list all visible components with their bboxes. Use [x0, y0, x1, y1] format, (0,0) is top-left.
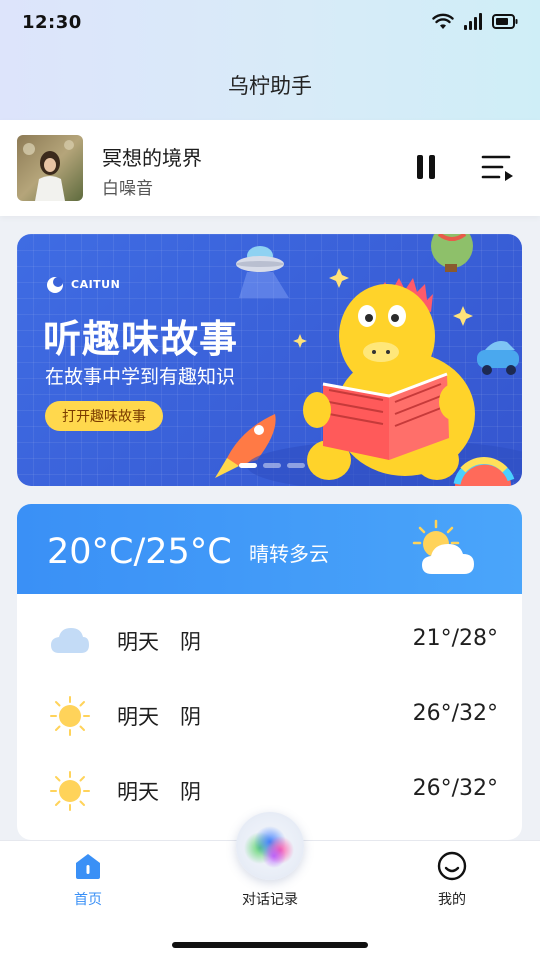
cloud-icon	[51, 628, 89, 653]
wifi-icon	[432, 13, 454, 29]
forecast-day: 明天	[117, 705, 159, 729]
nav-chat-label: 对话记录	[242, 892, 298, 908]
pagination-dot[interactable]	[239, 463, 257, 468]
nav-home[interactable]: 首页	[38, 851, 138, 909]
status-icons	[432, 13, 518, 30]
track-subtitle: 白噪音	[102, 179, 153, 199]
weather-summary: 20°C/25°C 晴转多云	[17, 504, 522, 594]
now-playing-card[interactable]: 冥想的境界 白噪音	[0, 120, 540, 216]
home-icon	[76, 854, 100, 879]
status-bar: 12:30	[0, 0, 540, 48]
current-condition: 晴转多云	[249, 542, 329, 566]
forecast-temp-range: 21°/28°	[412, 626, 498, 651]
track-title: 冥想的境界	[102, 146, 202, 170]
forecast-row: 明天 阴 21°/28°	[17, 602, 522, 677]
voice-assistant-button[interactable]	[236, 812, 304, 880]
forecast-temp-range: 26°/32°	[412, 776, 498, 801]
playlist-icon	[481, 155, 513, 181]
banner-logo: CAITUN	[45, 274, 120, 294]
forecast-day: 明天	[117, 780, 159, 804]
banner-pagination[interactable]	[239, 463, 305, 468]
banner-headline: 听趣味故事	[43, 317, 239, 361]
home-indicator	[172, 942, 368, 948]
nav-profile[interactable]: 我的	[402, 851, 502, 909]
banner-subtitle: 在故事中学到有趣知识	[45, 366, 236, 388]
nav-me-label: 我的	[438, 892, 466, 908]
open-story-button[interactable]: 打开趣味故事	[45, 401, 163, 431]
smiley-icon	[437, 851, 467, 881]
album-thumbnail[interactable]	[17, 135, 83, 201]
battery-icon	[492, 14, 518, 29]
weather-card[interactable]: 20°C/25°C 晴转多云 明天 阴 21°/28° 明天 阴 26°/32°…	[17, 504, 522, 840]
status-time: 12:30	[22, 12, 82, 33]
signal-icon	[464, 13, 482, 30]
banner-logo-text: CAITUN	[71, 277, 121, 291]
story-banner[interactable]: CAITUN 听趣味故事 在故事中学到有趣知识 打开趣味故事	[17, 234, 522, 486]
forecast-condition: 阴	[180, 630, 201, 654]
sun-icon	[50, 771, 90, 811]
pause-icon	[417, 155, 435, 179]
assistant-orb-icon	[244, 826, 294, 868]
current-temp-range: 20°C/25°C	[47, 532, 232, 572]
pagination-dot[interactable]	[263, 463, 281, 468]
pause-button[interactable]	[412, 150, 442, 186]
page-title: 乌柠助手	[228, 74, 312, 98]
forecast-day: 明天	[117, 630, 159, 654]
caitun-logo-icon	[47, 277, 63, 293]
forecast-condition: 阴	[180, 780, 201, 804]
forecast-temp-range: 26°/32°	[412, 701, 498, 726]
app-header: 12:30 乌柠助手	[0, 0, 540, 120]
forecast-row: 明天 阴 26°/32°	[17, 677, 522, 752]
nav-home-label: 首页	[74, 892, 102, 908]
playlist-button[interactable]	[480, 152, 516, 184]
pagination-dot[interactable]	[287, 463, 305, 468]
sun-icon	[50, 696, 90, 736]
nav-chat-history[interactable]: 对话记录	[220, 885, 320, 909]
forecast-condition: 阴	[180, 705, 201, 729]
sun-cloud-icon	[412, 519, 474, 574]
